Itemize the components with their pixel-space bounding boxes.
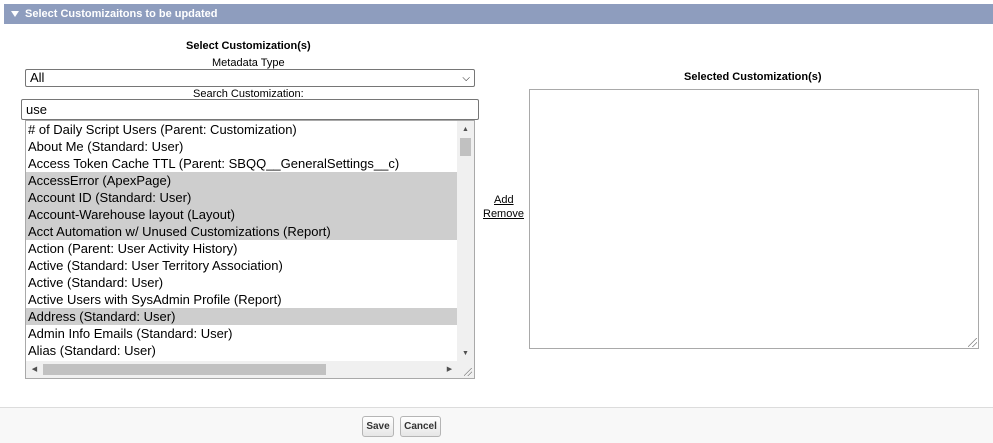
scroll-up-arrow-icon[interactable]: ▲ — [457, 121, 474, 138]
vertical-scrollbar[interactable]: ▲ ▼ — [457, 121, 474, 362]
list-item[interactable]: Active (Standard: User) — [26, 274, 458, 291]
remove-link[interactable]: Remove — [483, 208, 524, 220]
search-customization-input[interactable] — [21, 99, 479, 120]
metadata-type-value: All — [30, 70, 45, 85]
list-item[interactable]: Action (Parent: User Activity History) — [26, 240, 458, 257]
list-item[interactable]: AccessError (ApexPage) — [26, 172, 458, 189]
selected-customizations-heading: Selected Customization(s) — [684, 71, 822, 83]
select-customizations-heading: Select Customization(s) — [186, 40, 311, 52]
section-title: Select Customizaitons to be updated — [25, 8, 218, 20]
list-item[interactable]: # of Daily Script Users (Parent: Customi… — [26, 121, 458, 138]
metadata-type-label: Metadata Type — [212, 57, 285, 69]
list-item[interactable]: Account-Warehouse layout (Layout) — [26, 206, 458, 223]
vertical-scroll-thumb[interactable] — [460, 138, 471, 156]
list-item[interactable]: Access Token Cache TTL (Parent: SBQQ__Ge… — [26, 155, 458, 172]
resize-grip-icon[interactable] — [968, 338, 977, 347]
metadata-type-select[interactable]: All ⌵ — [25, 69, 475, 87]
footer-bar — [0, 408, 993, 443]
chevron-down-icon: ⌵ — [462, 73, 470, 84]
list-item[interactable]: Acct Automation w/ Unused Customizations… — [26, 223, 458, 240]
customization-listbox[interactable]: # of Daily Script Users (Parent: Customi… — [25, 120, 475, 379]
scroll-left-arrow-icon[interactable]: ◀ — [26, 361, 43, 378]
list-item[interactable]: Active (Standard: User Territory Associa… — [26, 257, 458, 274]
collapse-triangle-icon[interactable] — [11, 11, 19, 17]
cancel-button[interactable]: Cancel — [400, 416, 441, 437]
save-button[interactable]: Save — [362, 416, 394, 437]
list-item[interactable]: Admin Info Emails (Standard: User) — [26, 325, 458, 342]
scroll-down-arrow-icon[interactable]: ▼ — [457, 345, 474, 362]
listbox-resize-corner[interactable] — [457, 361, 474, 378]
list-item[interactable]: Account ID (Standard: User) — [26, 189, 458, 206]
horizontal-scrollbar[interactable]: ◀ ▶ — [26, 361, 458, 378]
list-item[interactable]: Alias (Standard: User) — [26, 342, 458, 359]
list-item[interactable]: About Me (Standard: User) — [26, 138, 458, 155]
section-header[interactable]: Select Customizaitons to be updated — [4, 4, 993, 24]
selected-customizations-listbox[interactable] — [529, 89, 979, 349]
list-item[interactable]: Active Users with SysAdmin Profile (Repo… — [26, 291, 458, 308]
scroll-right-arrow-icon[interactable]: ▶ — [441, 361, 458, 378]
resize-grip-icon — [464, 368, 472, 376]
list-item[interactable]: Address (Standard: User) — [26, 308, 458, 325]
horizontal-scroll-thumb[interactable] — [43, 364, 326, 375]
customization-list: # of Daily Script Users (Parent: Customi… — [26, 121, 458, 376]
add-link[interactable]: Add — [494, 194, 514, 206]
